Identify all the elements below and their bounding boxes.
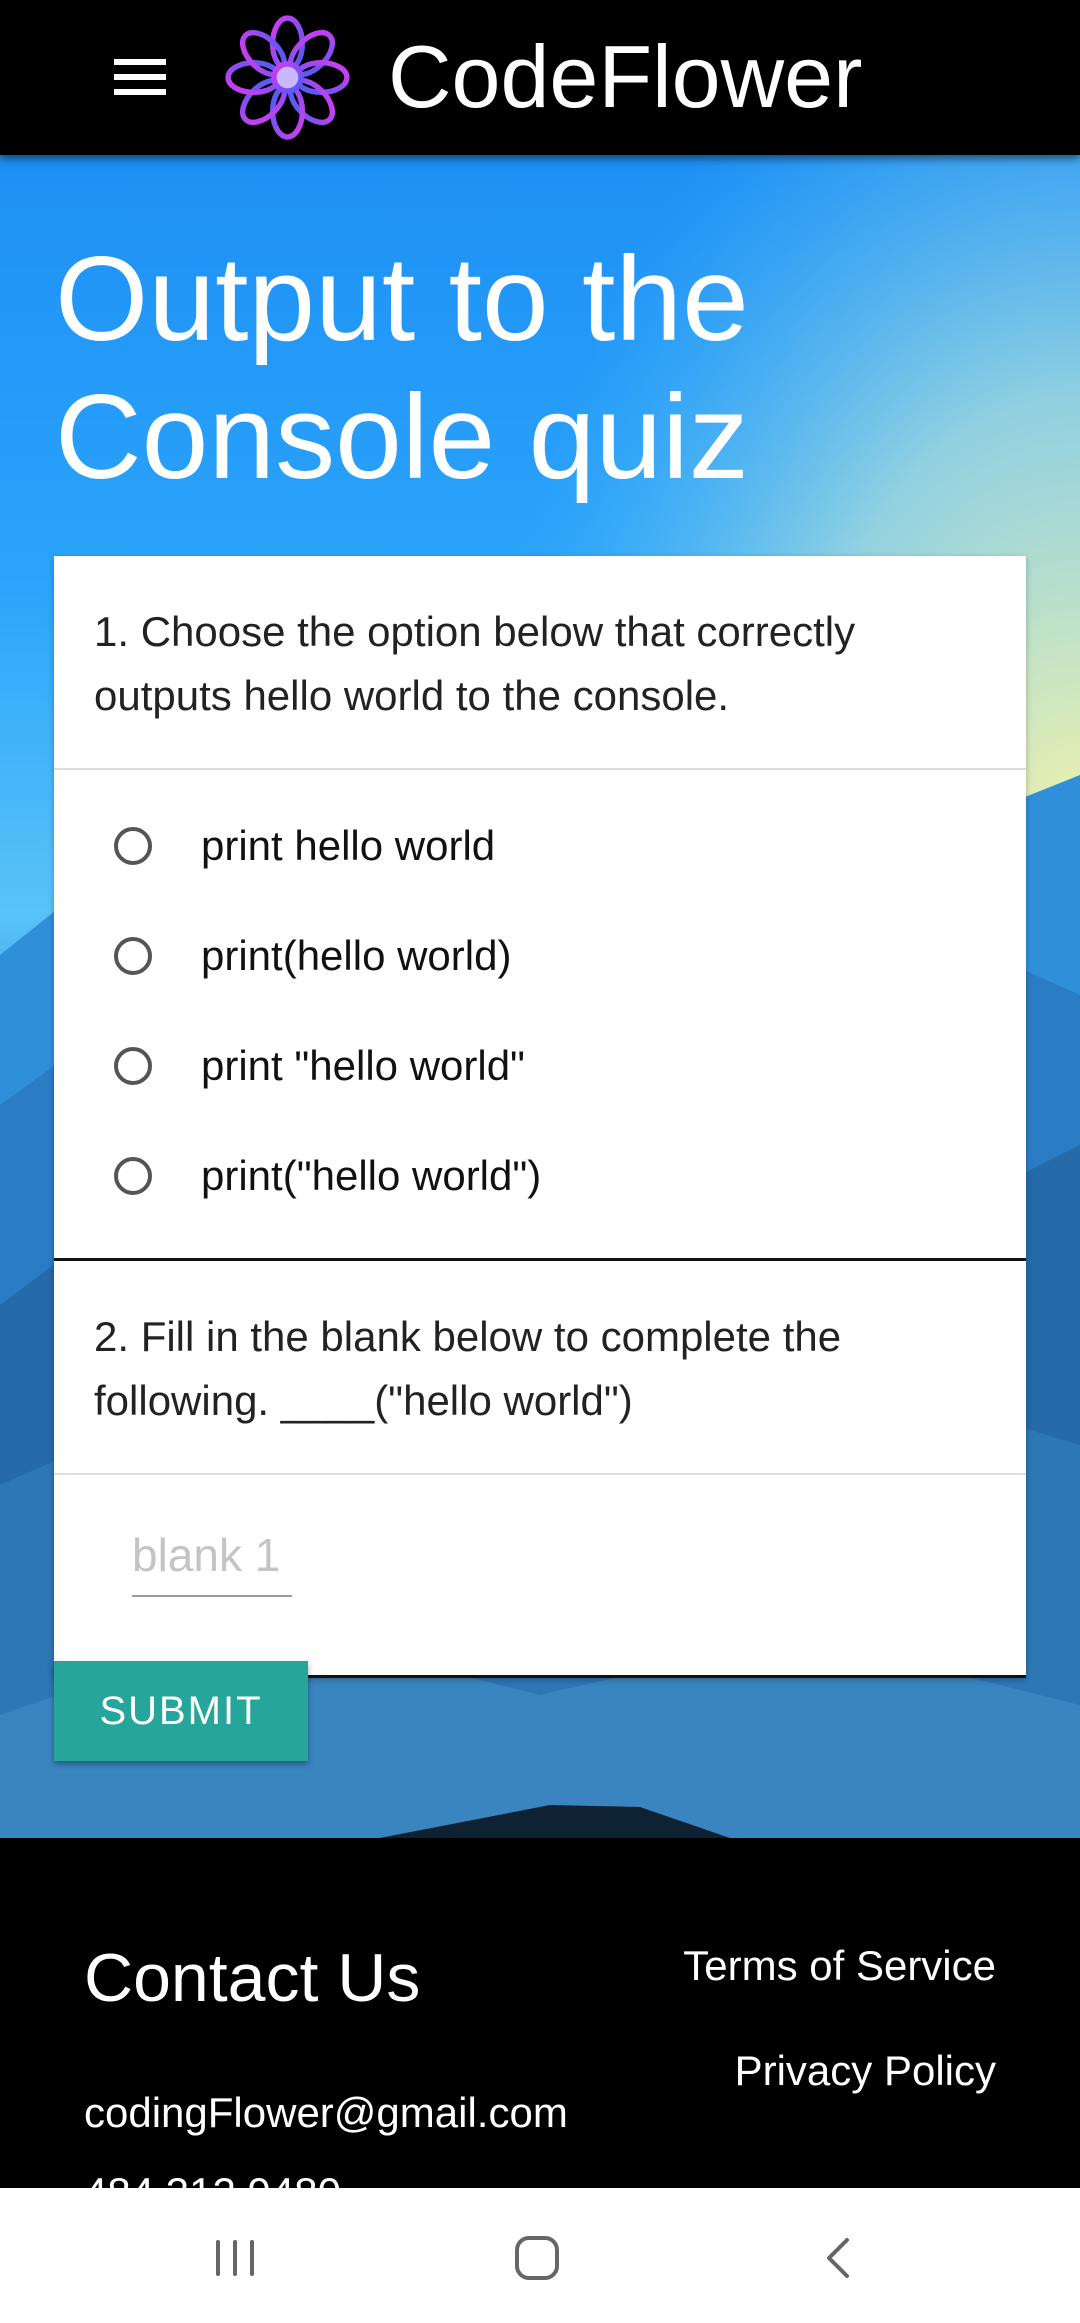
option-label: print("hello world") bbox=[201, 1152, 542, 1199]
hamburger-menu-icon[interactable] bbox=[110, 55, 170, 99]
option-label: print(hello world) bbox=[201, 932, 512, 979]
question-2-text: 2. Fill in the blank below to complete t… bbox=[54, 1261, 1026, 1475]
contact-email[interactable]: codingFlower@gmail.com bbox=[84, 2088, 568, 2138]
option-3[interactable]: print "hello world" bbox=[54, 1014, 1026, 1124]
question-1-text: 1. Choose the option below that correctl… bbox=[54, 556, 1026, 770]
submit-button[interactable]: SUBMIT bbox=[54, 1661, 308, 1761]
system-navigation-bar bbox=[0, 2188, 1080, 2323]
privacy-policy-link[interactable]: Privacy Policy bbox=[735, 2046, 996, 2096]
option-label: print hello world bbox=[201, 822, 496, 869]
home-icon[interactable] bbox=[477, 2218, 597, 2298]
app-header: CodeFlower bbox=[0, 0, 1080, 155]
radio-button-icon[interactable] bbox=[114, 827, 152, 865]
back-icon[interactable] bbox=[779, 2218, 899, 2298]
contact-title: Contact Us bbox=[84, 1940, 421, 2016]
radio-button-icon[interactable] bbox=[114, 937, 152, 975]
option-4[interactable]: print("hello world") bbox=[54, 1124, 1026, 1234]
terms-of-service-link[interactable]: Terms of Service bbox=[683, 1941, 996, 1991]
page-footer: Contact Us codingFlower@gmail.com 484 31… bbox=[0, 1838, 1080, 2188]
flower-logo-icon[interactable] bbox=[220, 10, 355, 145]
blank-1-input[interactable] bbox=[132, 1515, 292, 1597]
question-2-answer bbox=[54, 1475, 1026, 1678]
radio-button-icon[interactable] bbox=[114, 1047, 152, 1085]
question-1-options: print hello world print(hello world) pri… bbox=[54, 770, 1026, 1261]
contact-phone[interactable]: 484 312 9480 bbox=[84, 2168, 341, 2188]
quiz-card: 1. Choose the option below that correctl… bbox=[54, 556, 1026, 1678]
option-2[interactable]: print(hello world) bbox=[54, 904, 1026, 1014]
option-1[interactable]: print hello world bbox=[54, 794, 1026, 904]
app-title[interactable]: CodeFlower bbox=[388, 22, 862, 132]
page-title: Output to the Console quiz bbox=[55, 232, 749, 504]
radio-button-icon[interactable] bbox=[114, 1157, 152, 1195]
recent-apps-icon[interactable] bbox=[175, 2218, 295, 2298]
option-label: print "hello world" bbox=[201, 1042, 525, 1089]
